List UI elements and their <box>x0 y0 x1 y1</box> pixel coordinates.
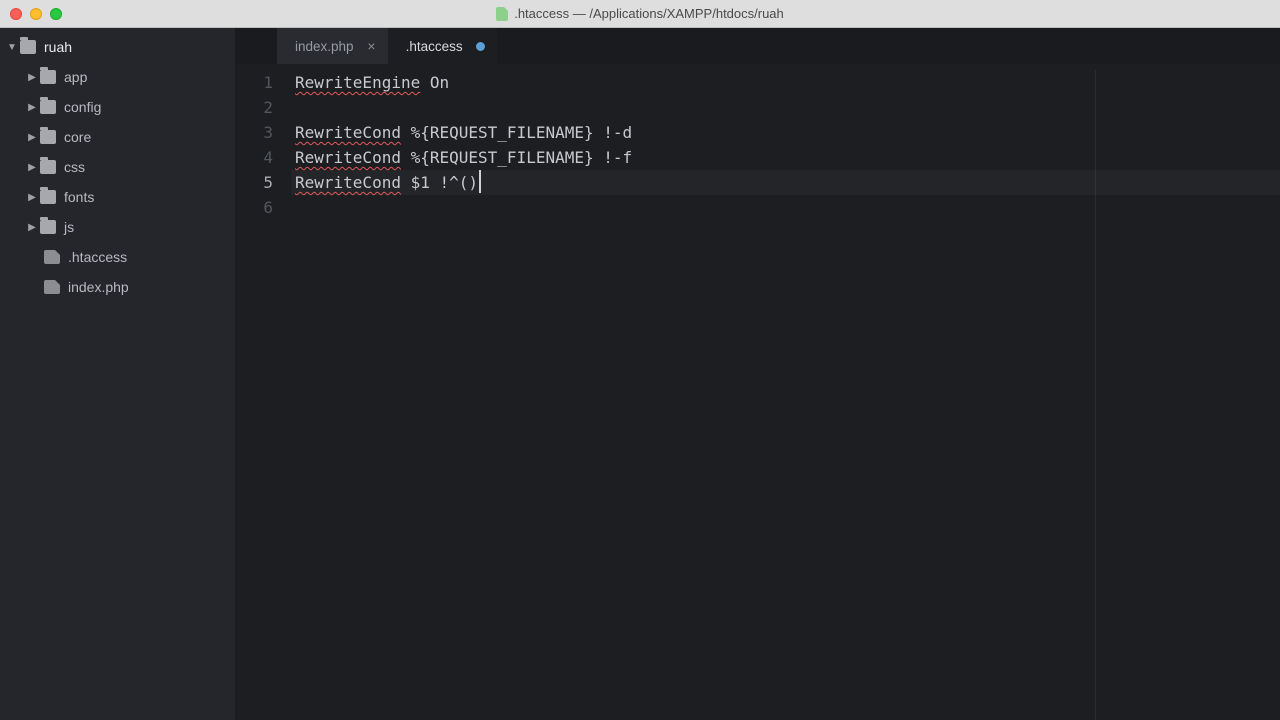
folder-icon <box>40 220 56 234</box>
line-number: 1 <box>235 70 273 95</box>
tree-item-js[interactable]: ▶ js <box>0 212 235 242</box>
folder-icon <box>40 100 56 114</box>
code-line <box>295 95 1280 120</box>
file-icon <box>496 7 508 21</box>
tree-item-core[interactable]: ▶ core <box>0 122 235 152</box>
tree-item-label: index.php <box>68 279 129 295</box>
line-number: 5 <box>235 170 273 195</box>
tree-root-label: ruah <box>44 39 72 55</box>
tree-item-label: fonts <box>64 189 94 205</box>
editor-area: index.php × .htaccess 1 2 3 4 5 6 Rewri <box>235 28 1280 720</box>
file-icon <box>44 280 60 294</box>
workspace: ▼ ruah ▶ app ▶ config ▶ core ▶ css ▶ fon… <box>0 28 1280 720</box>
code-line: RewriteCond $1 !^() <box>295 170 1280 195</box>
tab-bar: index.php × .htaccess <box>235 28 1280 64</box>
tree-item-fonts[interactable]: ▶ fonts <box>0 182 235 212</box>
title-separator: — <box>573 6 586 21</box>
titlebar: .htaccess — /Applications/XAMPP/htdocs/r… <box>0 0 1280 28</box>
tab-htaccess[interactable]: .htaccess <box>388 28 497 64</box>
tree-item-app[interactable]: ▶ app <box>0 62 235 92</box>
tab-spacer <box>235 28 277 64</box>
folder-icon <box>40 190 56 204</box>
tree-item-htaccess[interactable]: .htaccess <box>0 242 235 272</box>
tree-item-label: config <box>64 99 101 115</box>
line-number: 6 <box>235 195 273 220</box>
tab-label: index.php <box>295 39 354 54</box>
tree-item-label: css <box>64 159 85 175</box>
chevron-right-icon: ▶ <box>24 102 40 113</box>
close-icon[interactable]: × <box>367 38 375 54</box>
dirty-indicator-icon <box>476 42 485 51</box>
file-icon <box>44 250 60 264</box>
chevron-right-icon: ▶ <box>24 162 40 173</box>
tab-label: .htaccess <box>406 39 463 54</box>
chevron-right-icon: ▶ <box>24 72 40 83</box>
window-title: .htaccess — /Applications/XAMPP/htdocs/r… <box>0 6 1280 21</box>
tree-root[interactable]: ▼ ruah <box>0 32 235 62</box>
tree-item-indexphp[interactable]: index.php <box>0 272 235 302</box>
code-line: RewriteCond %{REQUEST_FILENAME} !-d <box>295 120 1280 145</box>
code-line: RewriteEngine On <box>295 70 1280 95</box>
tree-item-label: js <box>64 219 74 235</box>
chevron-right-icon: ▶ <box>24 132 40 143</box>
tree-item-label: .htaccess <box>68 249 127 265</box>
title-path: /Applications/XAMPP/htdocs/ruah <box>589 6 783 21</box>
title-filename: .htaccess <box>514 6 569 21</box>
code-editor[interactable]: 1 2 3 4 5 6 RewriteEngine On RewriteCond… <box>235 64 1280 720</box>
tree-item-label: app <box>64 69 87 85</box>
tree-item-label: core <box>64 129 91 145</box>
chevron-down-icon: ▼ <box>4 42 20 53</box>
line-number: 4 <box>235 145 273 170</box>
line-number-gutter: 1 2 3 4 5 6 <box>235 70 295 720</box>
line-number: 2 <box>235 95 273 120</box>
folder-icon <box>40 160 56 174</box>
sidebar[interactable]: ▼ ruah ▶ app ▶ config ▶ core ▶ css ▶ fon… <box>0 28 235 720</box>
folder-icon <box>20 40 36 54</box>
code-line <box>295 195 1280 220</box>
line-number: 3 <box>235 120 273 145</box>
code-content[interactable]: RewriteEngine On RewriteCond %{REQUEST_F… <box>295 70 1280 720</box>
folder-icon <box>40 130 56 144</box>
tab-indexphp[interactable]: index.php × <box>277 28 388 64</box>
chevron-right-icon: ▶ <box>24 192 40 203</box>
tree-item-config[interactable]: ▶ config <box>0 92 235 122</box>
chevron-right-icon: ▶ <box>24 222 40 233</box>
folder-icon <box>40 70 56 84</box>
tree-item-css[interactable]: ▶ css <box>0 152 235 182</box>
code-line: RewriteCond %{REQUEST_FILENAME} !-f <box>295 145 1280 170</box>
